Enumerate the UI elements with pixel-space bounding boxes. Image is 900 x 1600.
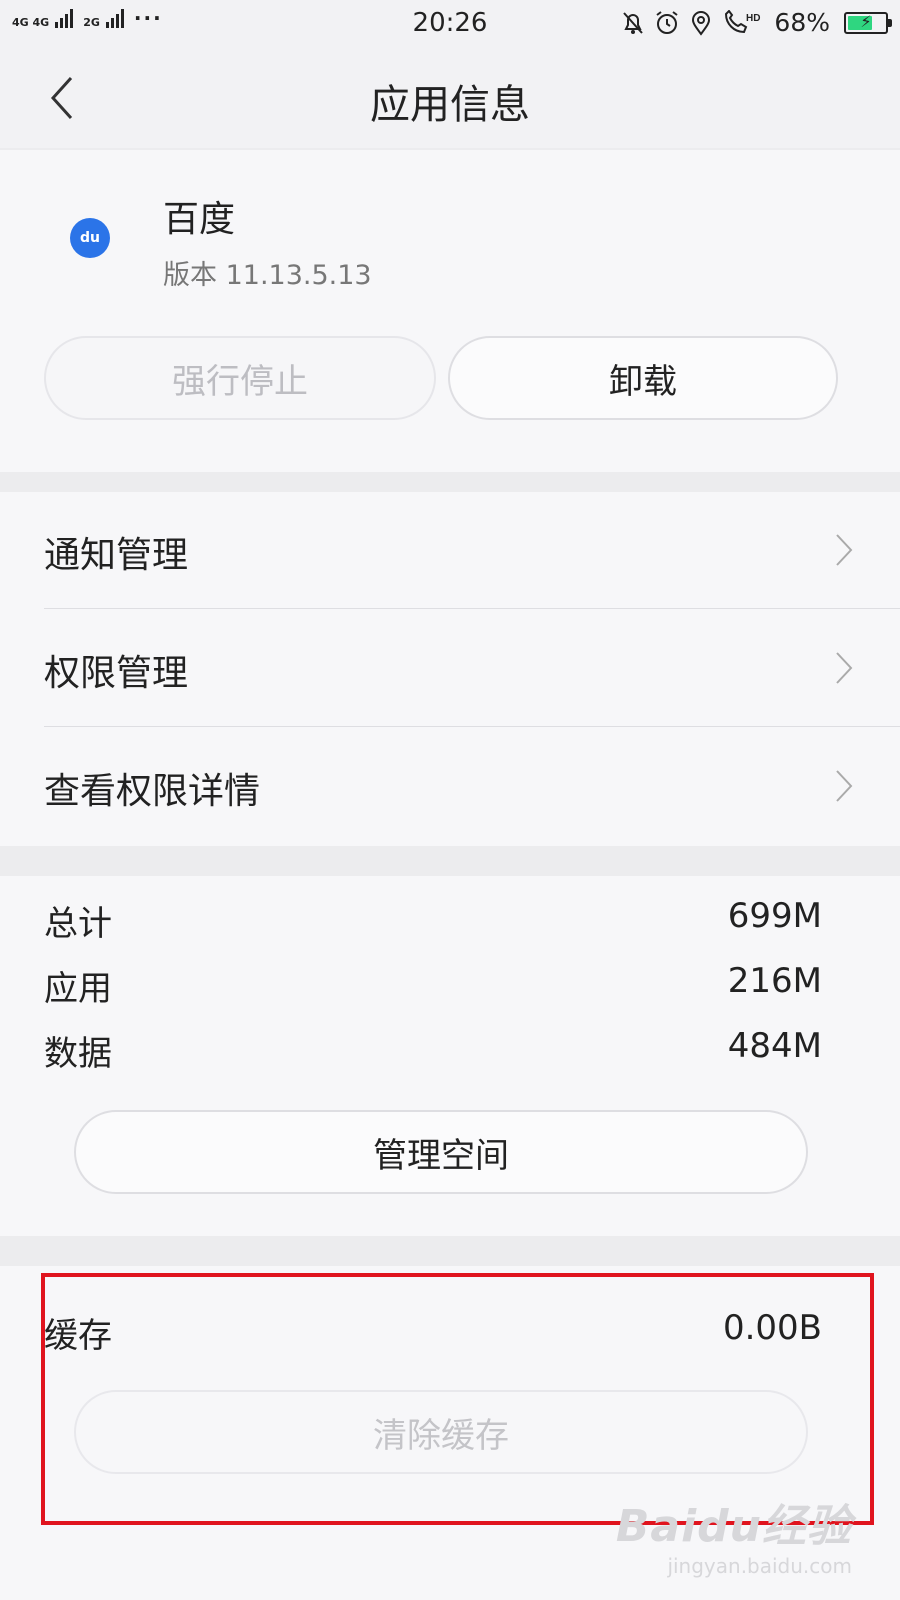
force-stop-button[interactable]: 强行停止 bbox=[44, 336, 436, 420]
app-info-card: du 百度 版本 11.13.5.13 强行停止 卸载 bbox=[0, 150, 900, 472]
storage-value: 699M bbox=[727, 896, 822, 936]
battery-nub bbox=[888, 18, 892, 27]
status-icons: HD 68% ⚡ bbox=[620, 8, 892, 37]
settings-menu: 通知管理 权限管理 查看权限详情 bbox=[0, 492, 900, 846]
svg-text:HD: HD bbox=[746, 13, 760, 24]
battery-percent: 68% bbox=[774, 8, 830, 37]
menu-item-label: 查看权限详情 bbox=[44, 771, 261, 812]
chevron-right-icon bbox=[836, 534, 853, 566]
watermark-url: jingyan.baidu.com bbox=[667, 1554, 852, 1578]
menu-item-permission-management[interactable]: 权限管理 bbox=[0, 610, 900, 728]
storage-label: 应用 bbox=[44, 969, 112, 1009]
alarm-icon bbox=[654, 9, 680, 37]
baidu-jingyan-watermark: Baidu经验 jingyan.baidu.com bbox=[616, 1490, 852, 1578]
location-icon bbox=[688, 9, 714, 37]
manage-space-button[interactable]: 管理空间 bbox=[74, 1110, 808, 1194]
charging-bolt-icon: ⚡ bbox=[860, 11, 872, 31]
menu-item-label: 权限管理 bbox=[44, 653, 189, 694]
chevron-right-icon bbox=[836, 770, 853, 802]
storage-label: 数据 bbox=[44, 1034, 112, 1074]
storage-card: 总计 699M 应用 216M 数据 484M 管理空间 bbox=[0, 876, 900, 1236]
nav-bar: 应用信息 bbox=[0, 48, 900, 148]
storage-value: 216M bbox=[727, 961, 822, 1001]
divider bbox=[44, 608, 900, 609]
menu-item-label: 通知管理 bbox=[44, 535, 189, 576]
status-bar: 4G 4G 2G ··· 20:26 HD 68% ⚡ bbox=[0, 0, 900, 48]
baidu-app-icon: du bbox=[70, 218, 110, 258]
page-title: 应用信息 bbox=[370, 82, 530, 128]
app-version: 版本 11.13.5.13 bbox=[163, 260, 372, 291]
chevron-right-icon bbox=[836, 652, 853, 684]
divider bbox=[44, 726, 900, 727]
hd-call-icon: HD bbox=[722, 9, 762, 37]
storage-row-total: 总计 699M bbox=[0, 888, 900, 944]
storage-row-app: 应用 216M bbox=[0, 953, 900, 1009]
battery-charging-icon: ⚡ bbox=[844, 11, 892, 34]
menu-item-view-permission-details[interactable]: 查看权限详情 bbox=[0, 728, 900, 846]
storage-row-data: 数据 484M bbox=[0, 1018, 900, 1074]
mute-bell-icon bbox=[620, 9, 646, 37]
storage-value: 484M bbox=[727, 1026, 822, 1066]
app-name: 百度 bbox=[163, 199, 236, 240]
highlight-annotation-box bbox=[41, 1273, 874, 1525]
menu-item-notification-management[interactable]: 通知管理 bbox=[0, 492, 900, 610]
watermark-logo: Baidu经验 bbox=[615, 1501, 852, 1552]
uninstall-button[interactable]: 卸载 bbox=[448, 336, 838, 420]
storage-label: 总计 bbox=[44, 904, 112, 944]
